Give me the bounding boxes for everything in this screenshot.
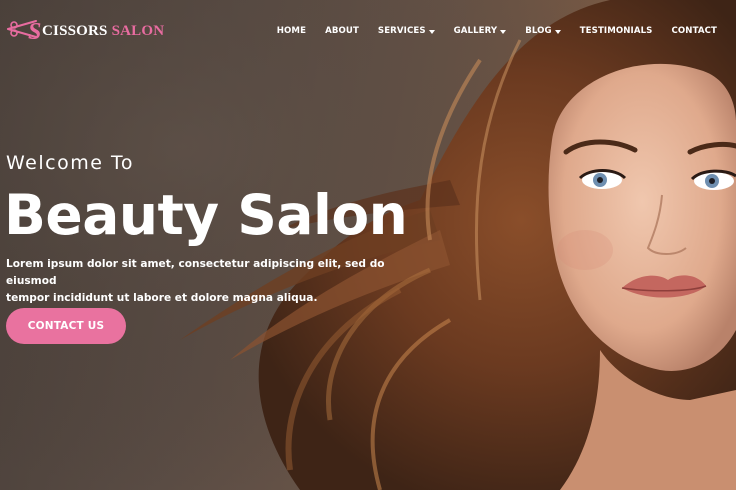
nav-about[interactable]: ABOUT — [325, 26, 359, 36]
svg-text:S: S — [28, 19, 41, 45]
caret-down-icon — [428, 29, 435, 34]
nav-gallery[interactable]: GALLERY — [454, 26, 507, 36]
nav-contact[interactable]: CONTACT — [671, 26, 717, 36]
hero-section: S CISSORS SALON HOME ABOUT SERVICES GALL… — [0, 0, 736, 490]
hero-headline: Beauty Salon — [4, 183, 408, 247]
nav-services-label: SERVICES — [377, 26, 426, 36]
nav-testimonials-label: TESTIMONIALS — [579, 26, 653, 36]
brand-logo[interactable]: S CISSORS SALON — [6, 16, 164, 46]
brand-name-part1: CISSORS — [42, 22, 108, 39]
nav-gallery-label: GALLERY — [453, 26, 498, 36]
main-menu: HOME ABOUT SERVICES GALLERY BLOG TESTIMO… — [277, 26, 717, 36]
top-navbar: S CISSORS SALON HOME ABOUT SERVICES GALL… — [0, 0, 736, 64]
hero-eyebrow: Welcome To — [6, 152, 134, 174]
brand-name-part2: SALON — [111, 22, 165, 39]
hero-lead-line-1: Lorem ipsum dolor sit amet, consectetur … — [6, 258, 385, 287]
contact-us-button[interactable]: CONTACT US — [6, 308, 126, 344]
nav-testimonials[interactable]: TESTIMONIALS — [580, 26, 653, 36]
nav-blog[interactable]: BLOG — [525, 26, 561, 36]
hero-lead-text: Lorem ipsum dolor sit amet, consectetur … — [6, 256, 426, 307]
nav-about-label: ABOUT — [325, 26, 359, 36]
hero-lead-line-2: tempor incididunt ut labore et dolore ma… — [6, 292, 318, 304]
nav-home-label: HOME — [276, 26, 307, 36]
caret-down-icon — [554, 29, 561, 34]
caret-down-icon — [500, 29, 507, 34]
brand-name: CISSORS SALON — [42, 23, 164, 40]
nav-blog-label: BLOG — [525, 26, 552, 36]
nav-contact-label: CONTACT — [671, 26, 717, 36]
nav-services[interactable]: SERVICES — [378, 26, 435, 36]
nav-home[interactable]: HOME — [277, 26, 306, 36]
scissors-logo-icon: S — [7, 19, 41, 45]
